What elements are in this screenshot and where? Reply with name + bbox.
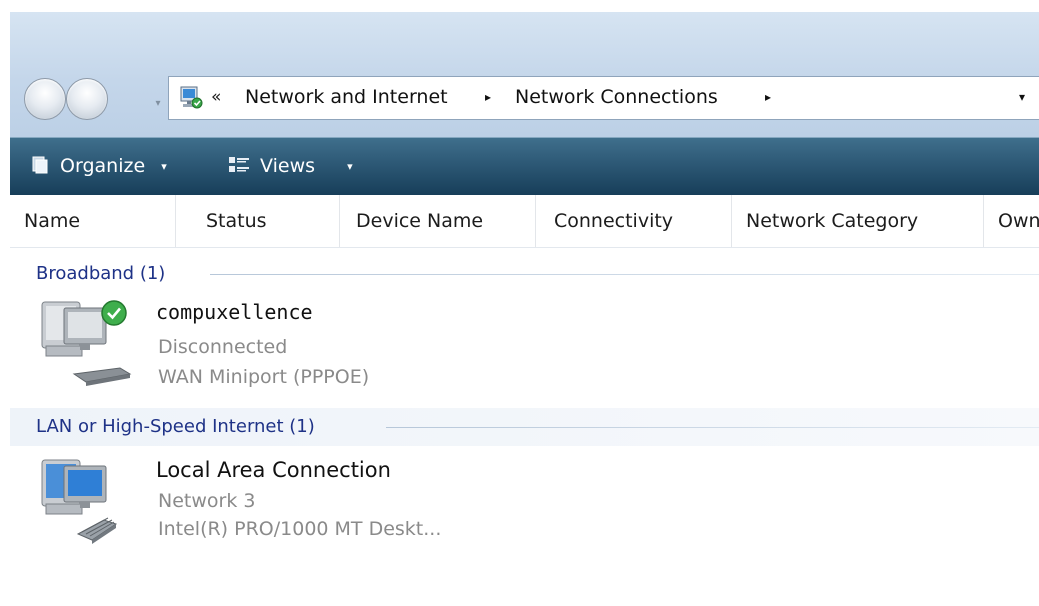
- network-connections-icon: [180, 86, 203, 109]
- group-title: LAN or High-Speed Internet (1): [36, 416, 315, 437]
- address-dropdown-icon[interactable]: ▾: [1019, 85, 1039, 109]
- connection-name: Local Area Connection: [156, 458, 391, 482]
- connections-list: Broadband (1) compuxellence Disconnected…: [10, 248, 1039, 606]
- connection-item-broadband[interactable]: compuxellence Disconnected WAN Miniport …: [34, 296, 634, 396]
- forward-button[interactable]: [66, 78, 108, 120]
- desktop-edge: [0, 0, 10, 606]
- breadcrumb-network-and-internet[interactable]: Network and Internet: [245, 85, 448, 109]
- breadcrumb-separator-icon[interactable]: ▸: [765, 85, 771, 109]
- group-divider: [386, 427, 1039, 428]
- breadcrumb-network-connections[interactable]: Network Connections: [515, 85, 718, 109]
- recent-pages-dropdown-icon[interactable]: ▾: [152, 98, 164, 110]
- connection-device: WAN Miniport (PPPOE): [158, 366, 370, 388]
- views-icon: [229, 156, 249, 172]
- organize-dropdown-icon: ▾: [161, 160, 167, 173]
- views-label: Views: [260, 155, 316, 177]
- group-header-broadband[interactable]: Broadband (1): [10, 256, 1039, 292]
- back-button[interactable]: [24, 78, 66, 120]
- connection-item-lan[interactable]: Local Area Connection Network 3 Intel(R)…: [34, 454, 634, 554]
- column-header-network-category[interactable]: Network Category: [732, 195, 984, 247]
- group-title: Broadband (1): [36, 262, 176, 286]
- lan-connection-icon: [41, 459, 118, 544]
- organize-icon: [32, 156, 48, 173]
- broadband-connection-icon: [41, 300, 132, 386]
- organize-label: Organize: [60, 155, 146, 177]
- connection-name: compuxellence: [156, 300, 313, 324]
- address-bar[interactable]: « Network and Internet ▸ Network Connect…: [168, 76, 1039, 120]
- connection-status: Network 3: [158, 490, 256, 512]
- group-divider: [210, 274, 1039, 275]
- column-header-owner[interactable]: Owner: [984, 195, 1039, 247]
- column-header-name[interactable]: Name: [10, 195, 176, 247]
- column-header-device-name[interactable]: Device Name: [340, 195, 536, 247]
- title-bar: ▾ « Network and Internet ▸ Network Conne…: [10, 12, 1039, 137]
- group-header-lan[interactable]: LAN or High-Speed Internet (1): [10, 408, 1039, 446]
- organize-button[interactable]: Organize ▾: [30, 151, 167, 181]
- column-header-connectivity[interactable]: Connectivity: [536, 195, 732, 247]
- connection-device: Intel(R) PRO/1000 MT Deskt...: [158, 518, 442, 540]
- views-dropdown-icon: ▾: [347, 160, 353, 173]
- views-button[interactable]: Views ▾: [228, 151, 353, 181]
- column-header-status[interactable]: Status: [176, 195, 340, 247]
- connection-status: Disconnected: [158, 336, 288, 358]
- breadcrumb-overflow-icon[interactable]: «: [211, 85, 221, 109]
- breadcrumb-separator-icon[interactable]: ▸: [485, 85, 491, 109]
- explorer-window: ▾ « Network and Internet ▸ Network Conne…: [10, 12, 1039, 606]
- command-toolbar: Organize ▾ Views ▾: [10, 137, 1039, 195]
- column-header-row: Name Status Device Name Connectivity Net…: [10, 195, 1039, 248]
